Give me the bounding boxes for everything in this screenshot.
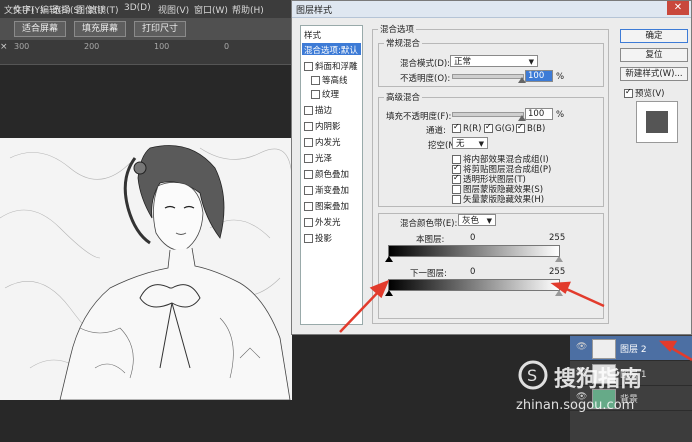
watermark-url: zhinan.sogou.com bbox=[516, 398, 635, 413]
sogou-logo-icon: S bbox=[518, 360, 548, 390]
svg-text:S: S bbox=[527, 366, 537, 385]
watermark: S 搜狗指南 zhinan.sogou.com bbox=[514, 358, 684, 418]
watermark-brand: 搜狗指南 bbox=[554, 367, 643, 392]
